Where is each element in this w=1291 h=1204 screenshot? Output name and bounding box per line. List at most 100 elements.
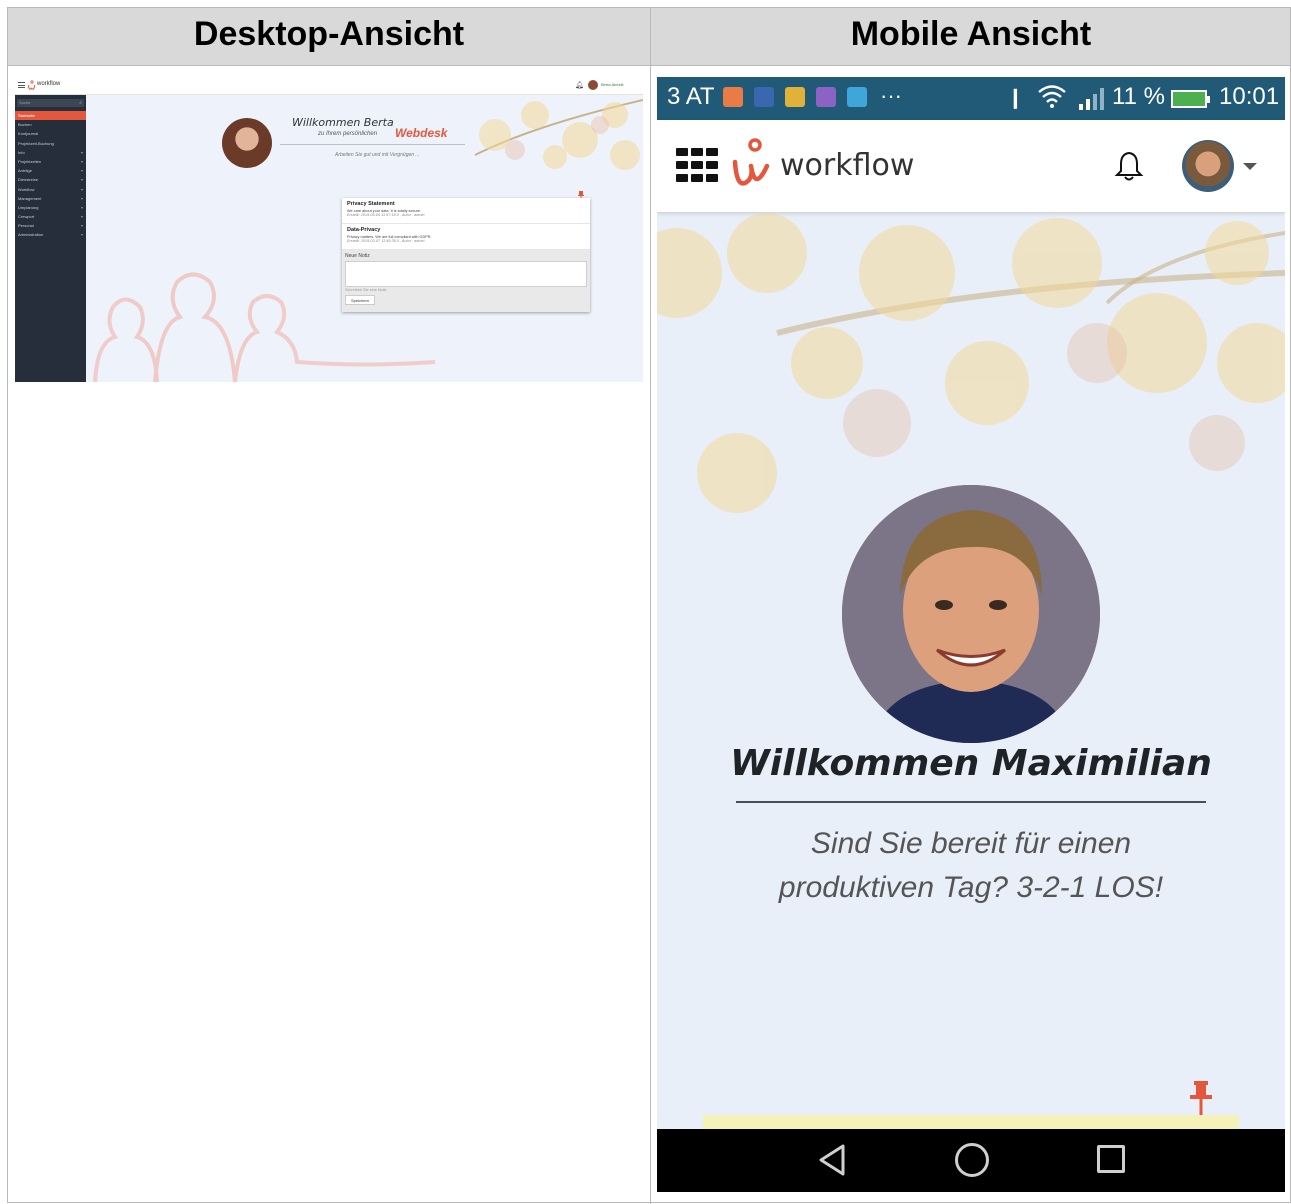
leaves-decoration [474,99,643,170]
save-button[interactable]: Speichern [345,295,375,305]
status-bar: 3 AT ··· ❙ 11 % 10:01 [657,77,1285,120]
back-icon[interactable] [817,1143,847,1177]
desktop-screenshot: workflow 🔔︎ Berta Abeziit Suche ⌕ Starts… [15,77,643,382]
search-placeholder: Suche [19,100,31,105]
sidebar-item[interactable]: Umplanung ▾ [15,203,86,212]
chevron-down-icon: ▾ [80,168,83,174]
sidebar-item[interactable]: Anträge ▾ [15,166,86,175]
sidebar-item-label: Startseite [18,113,35,118]
note-item[interactable]: Data-Privacy Privacy matters. We are ful… [342,224,590,250]
workflow-logo-icon [732,138,770,186]
sidebar-item-label: Kontjournal [18,131,39,137]
sidebar-item[interactable]: Buchen [15,120,86,129]
sidebar-item[interactable]: Administration ▾ [15,230,86,239]
new-note-form: Neue Notiz Schreiben Sie eine Notiz Spei… [342,250,590,312]
bell-icon[interactable] [1114,150,1144,182]
workflow-logo-icon [27,80,36,90]
chevron-down-icon: ▾ [80,186,83,192]
clock: 10:01 [1219,83,1280,110]
apps-grid-icon[interactable] [676,148,720,182]
battery-icon [1171,90,1210,108]
gallery-icon [816,87,836,107]
app-name: workflow [780,148,915,183]
chevron-down-icon: ▾ [80,177,83,183]
calendar-icon [785,87,805,107]
sidebar-item-label: Administration [18,232,44,238]
divider [280,144,465,145]
recent-apps-icon[interactable] [1097,1145,1125,1173]
android-nav-bar [657,1129,1285,1192]
sidebar-item-label: Personal [18,223,34,229]
user-menu[interactable]: Berta Abeziit [601,82,623,87]
chevron-down-icon: ▾ [80,223,83,229]
app-bar: workflow [657,120,1285,213]
sidebar-item-label: Crewport [18,214,35,220]
sidebar-item-label: Dienstreise [18,177,39,183]
sidebar-item-label: Buchen [18,122,32,128]
sidebar: Suche ⌕ Startseite Buchen Kontjournal Proje… [15,95,86,382]
sidebar-item[interactable]: Projektzeiten ▾ [15,157,86,166]
hamburger-icon[interactable] [18,82,25,88]
sidebar-item-label: Umplanung [18,204,39,210]
app-name: workflow [37,81,61,87]
brand-name: Webdesk [395,126,448,140]
pin-icon[interactable] [1188,1081,1214,1115]
desktop-top-bar: workflow 🔔︎ Berta Abeziit [15,77,643,95]
sidebar-item[interactable]: Crewport ▾ [15,212,86,221]
sidebar-item[interactable]: Startseite [15,111,86,121]
home-icon[interactable] [955,1143,989,1177]
user-photo [842,485,1100,743]
sidebar-item[interactable]: Info ▾ [15,148,86,157]
chevron-down-icon: ▾ [80,232,83,238]
sidebar-item[interactable]: Projektzeit-Buchung [15,139,86,148]
bell-icon[interactable]: 🔔︎ [575,81,584,89]
chevron-down-icon: ▾ [80,149,83,155]
note-meta: Erstellt: 2019-05-06 11:57:18.0 , Autor … [347,213,425,217]
welcome-heading: Willkommen Maximilian [730,743,1212,784]
chevron-down-icon: ▾ [80,158,83,164]
sidebar-item-label: Info [18,149,25,155]
new-note-hint: Schreiben Sie eine Notiz [345,288,387,292]
note-item[interactable]: Privacy Statement We care about your dat… [342,198,590,224]
divider [736,801,1206,803]
tagline: Arbeiten Sie gut und mit Vergnügen ... [335,152,420,158]
note-title: Privacy Statement [347,201,395,207]
mobile-screenshot: 3 AT ··· ❙ 11 % 10:01 workflow Willkomme… [657,77,1285,1192]
sidebar-item-label: Management [18,195,42,201]
notes-card: Privacy Statement We care about your dat… [342,198,590,312]
chevron-down-icon: ▾ [80,214,83,220]
welcome-heading: Willkommen Berta [292,116,394,129]
new-note-textarea[interactable] [345,261,587,287]
sidebar-item-label: Projektzeiten [18,158,42,164]
sidebar-item[interactable]: Kontjournal [15,129,86,138]
chevron-down-icon: ▾ [80,195,83,201]
sidebar-item[interactable]: Workflow ▾ [15,185,86,194]
wifi-icon [1038,85,1066,108]
sidebar-item[interactable]: Management ▾ [15,194,86,203]
sidebar-item-label: Anträge [18,168,33,174]
user-avatar[interactable] [1182,140,1234,192]
chevron-down-icon[interactable] [1243,163,1257,170]
mobile-view-heading: Mobile Ansicht [850,15,1092,53]
more-notifications: ··· [880,83,902,108]
search-icon[interactable]: ⌕ [79,99,82,107]
user-photo [222,118,272,168]
sidebar-item[interactable]: Personal ▾ [15,221,86,230]
chevron-down-icon: ▾ [80,204,83,210]
user-avatar[interactable] [588,80,598,90]
sidebar-item-label: Projektzeit-Buchung [18,140,54,146]
column-divider [650,8,651,1204]
battery-percent: 11 % [1112,83,1165,110]
note-meta: Erstellt: 2019-03-07 11:45:38.0 , Autor … [347,239,425,243]
carrier-label: 3 AT [667,83,715,110]
portrait-image [842,485,1100,743]
screen-record-icon [723,87,743,107]
sidebar-search-input[interactable]: Suche ⌕ [17,99,84,107]
welcome-subheading: zu Ihrem persönlichen [318,131,378,137]
sidebar-item[interactable]: Dienstreise ▾ [15,175,86,184]
signal-icon [1079,88,1104,110]
facebook-icon [754,87,774,107]
vibrate-icon: ❙ [1007,87,1024,109]
new-note-title: Neue Notiz [345,253,370,259]
welcome-subtitle: Sind Sie bereit für einen produktiven Ta… [778,827,1164,904]
